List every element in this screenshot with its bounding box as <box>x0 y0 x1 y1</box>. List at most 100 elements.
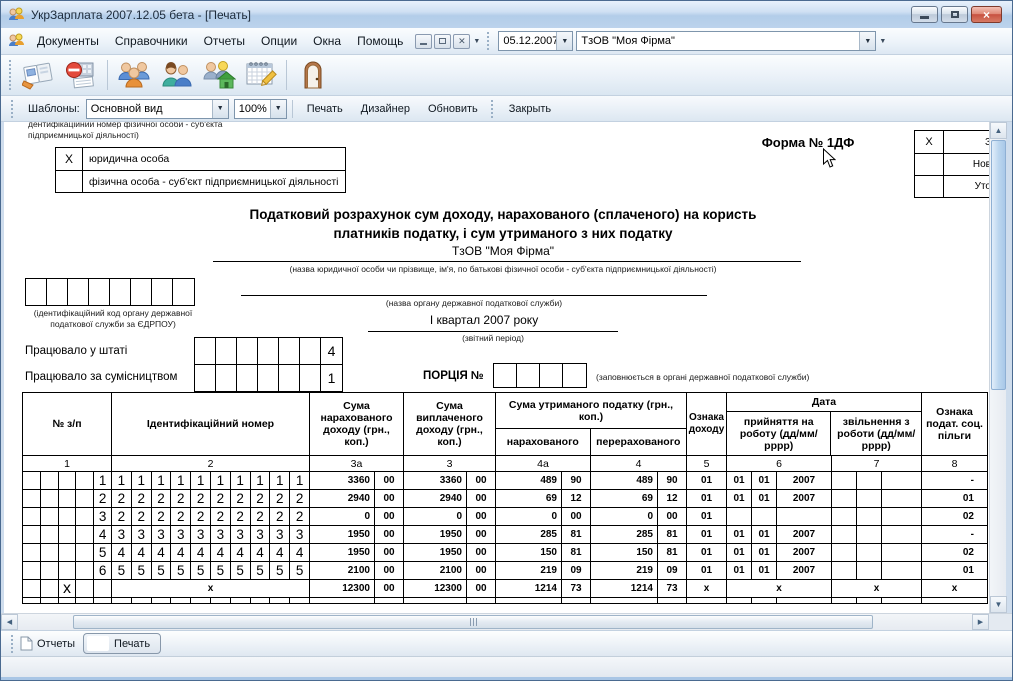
hire-year: 2007 <box>777 490 831 507</box>
tax-office-caption: (назва органу державної податкової служб… <box>241 298 707 309</box>
company-combobox[interactable]: ТзОВ "Моя Фірма" ▼ <box>576 31 876 51</box>
id-digit: 2 <box>191 490 211 507</box>
minimize-button[interactable] <box>911 6 938 23</box>
mdi-child-icon[interactable] <box>7 33 25 49</box>
journal-button[interactable] <box>18 57 60 93</box>
menu-help[interactable]: Помощь <box>349 30 411 52</box>
row-number: 2 <box>94 490 111 507</box>
id-digit: 2 <box>132 490 152 507</box>
id-digit: 4 <box>152 544 172 561</box>
report-type-mark: X <box>915 131 944 153</box>
tax-transferred-hrn: 150 <box>591 544 658 561</box>
templates-label: Шаблоны: <box>28 103 80 115</box>
menu-windows[interactable]: Окна <box>305 30 349 52</box>
scroll-up-icon[interactable]: ▲ <box>990 122 1007 139</box>
horizontal-scroll-thumb[interactable] <box>73 615 873 629</box>
id-digit: 4 <box>132 544 152 561</box>
hire-date-cell: 01012007 <box>727 490 832 507</box>
menu-directories[interactable]: Справочники <box>107 30 196 52</box>
column-number: 3 <box>404 456 496 471</box>
report-table: № з/п Ідентифікаційний номер Сума нарахо… <box>22 392 988 604</box>
income-sign: 01 <box>687 490 727 507</box>
zoom-dropdown-icon[interactable]: ▼ <box>270 100 286 118</box>
empty-box <box>76 598 94 603</box>
fire-date-cell <box>832 472 922 489</box>
titlebar[interactable]: УкрЗарплата 2007.12.05 бета - [Печать] × <box>1 1 1012 28</box>
id-digit: 5 <box>112 562 132 579</box>
scroll-down-icon[interactable]: ▼ <box>990 596 1007 613</box>
tax-transferred-hrn: 285 <box>591 526 658 543</box>
menu-reports[interactable]: Отчеты <box>196 30 253 52</box>
restore-button[interactable] <box>941 6 968 23</box>
totals-hrn: 12300 <box>310 580 375 597</box>
company-dropdown-icon[interactable]: ▼ <box>859 32 875 50</box>
accrued-hrn <box>310 598 375 603</box>
id-digit: 4 <box>251 544 271 561</box>
template-bar: Шаблоны: Основной вид ▼ 100% ▼ Печать Ди… <box>1 96 1012 122</box>
date-dropdown-icon[interactable]: ▼ <box>556 32 572 50</box>
template-dropdown-icon[interactable]: ▼ <box>212 100 228 118</box>
tax-accrued-hrn: 0 <box>496 508 562 525</box>
horizontal-scrollbar[interactable]: ◀ ▶ <box>1 613 989 630</box>
income-sign: 01 <box>687 562 727 579</box>
template-combobox[interactable]: Основной вид ▼ <box>86 99 229 119</box>
totals-amount-cell: 1230000 <box>404 580 496 597</box>
row-number: 3 <box>94 508 111 525</box>
zoom-combobox[interactable]: 100% ▼ <box>234 99 287 119</box>
close-bar-grip <box>491 100 496 118</box>
scroll-left-icon[interactable]: ◀ <box>1 614 18 630</box>
paid-kop: 00 <box>467 490 495 507</box>
tax-accrued-cell: 28581 <box>496 526 591 543</box>
header-accrued-income: Сума нарахованого доходу (грн., коп.) <box>310 393 404 455</box>
fire-day <box>832 562 857 579</box>
report-type-mark <box>915 154 944 175</box>
header-num: № з/п <box>23 393 112 455</box>
totals-amount-cell: 1230000 <box>310 580 404 597</box>
tab-print[interactable]: Печать <box>83 633 161 654</box>
toolbar-overflow-icon[interactable]: ▼ <box>470 38 483 45</box>
column-number: 1 <box>23 456 112 471</box>
menu-documents[interactable]: Документы <box>29 30 107 52</box>
period-close-button[interactable] <box>60 57 102 93</box>
totals-row: хх12300001230000121473121473хххх <box>23 580 987 598</box>
reports-group-label[interactable]: Отчеты <box>37 638 75 650</box>
scroll-right-icon[interactable]: ▶ <box>972 614 989 630</box>
tax-accrued-kop: 09 <box>562 562 590 579</box>
print-button[interactable]: Печать <box>298 99 352 119</box>
close-preview-button[interactable]: Закрыть <box>500 99 560 119</box>
edrpou-caption: (ідентифікаційний код органу державної п… <box>13 308 213 329</box>
tax-transferred-hrn <box>591 598 658 603</box>
date-combobox[interactable]: 05.12.2007 ▼ <box>498 31 573 51</box>
close-button[interactable]: × <box>971 6 1002 23</box>
id-digit: 2 <box>290 490 309 507</box>
hire-year: 2007 <box>777 544 831 561</box>
company-overflow-icon[interactable]: ▼ <box>876 38 889 45</box>
vertical-scrollbar[interactable]: ▲ ▼ <box>989 122 1006 613</box>
id-digit: 2 <box>270 508 290 525</box>
personnel-button[interactable] <box>155 57 197 93</box>
mdi-minimize-button[interactable] <box>415 34 432 49</box>
exit-button[interactable] <box>292 57 334 93</box>
designer-button[interactable]: Дизайнер <box>352 99 419 119</box>
mdi-restore-button[interactable] <box>434 34 451 49</box>
row-number: 6 <box>94 562 111 579</box>
paid-cell: 195000 <box>404 526 496 543</box>
fire-date-cell <box>832 544 922 561</box>
id-digit: 1 <box>191 472 211 489</box>
table-header: № з/п Ідентифікаційний номер Сума нарахо… <box>23 393 987 456</box>
row-number-cell: 4 <box>23 526 112 543</box>
paid-kop: 00 <box>467 508 495 525</box>
income-sign: 01 <box>687 544 727 561</box>
employees-button[interactable] <box>113 57 155 93</box>
enterprise-button[interactable] <box>197 57 239 93</box>
scrollbar-corner <box>989 613 1012 630</box>
menu-options[interactable]: Опции <box>253 30 305 52</box>
paid-kop: 00 <box>467 544 495 561</box>
vertical-scroll-thumb[interactable] <box>991 140 1006 390</box>
refresh-button[interactable]: Обновить <box>419 99 487 119</box>
row-number-cell: 3 <box>23 508 112 525</box>
id-digit: 2 <box>270 490 290 507</box>
timesheet-button[interactable] <box>239 57 281 93</box>
mdi-close-button[interactable]: ✕ <box>453 34 470 49</box>
id-number-cell: 2222222222 <box>112 508 310 525</box>
